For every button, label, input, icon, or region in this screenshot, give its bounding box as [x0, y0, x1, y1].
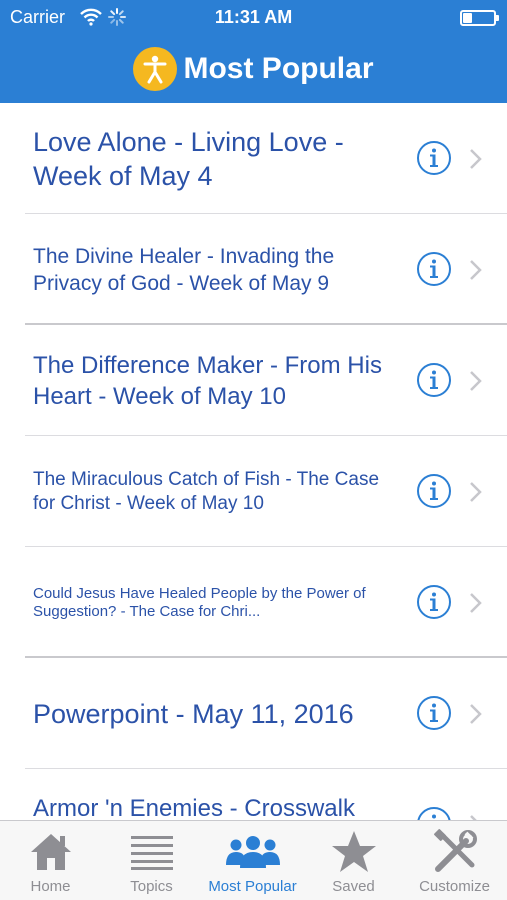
tab-home[interactable]: Home — [0, 821, 101, 900]
info-icon[interactable] — [416, 251, 452, 287]
nav-bar: Most Popular — [0, 46, 507, 92]
chevron-right-icon — [470, 482, 482, 502]
info-icon[interactable] — [416, 473, 452, 509]
tab-label: Customize — [419, 878, 490, 895]
item-title: Armor 'n Enemies - Crosswalk — [33, 795, 355, 820]
info-icon[interactable] — [416, 362, 452, 398]
item-title: The Difference Maker - From His Heart - … — [33, 351, 382, 410]
info-icon[interactable] — [416, 584, 452, 620]
clock: 11:31 AM — [214, 7, 293, 27]
item-title: Powerpoint - May 11, 2016 — [33, 698, 354, 729]
tools-icon — [404, 829, 505, 875]
list-item[interactable]: Powerpoint - May 11, 2016 — [0, 658, 507, 769]
list-item[interactable]: The Difference Maker - From His Heart - … — [0, 325, 507, 436]
page-title: Most Popular — [183, 52, 374, 85]
chevron-right-icon — [470, 371, 482, 391]
app-header: Carrier 11:31 AM Most Popular — [0, 0, 507, 103]
item-title: Could Jesus Have Healed People by the Po… — [33, 584, 366, 620]
person-icon — [133, 47, 178, 91]
list-item[interactable]: Could Jesus Have Healed People by the Po… — [0, 547, 507, 658]
popular-list[interactable]: Love Alone - Living Love - Week of May 4… — [0, 103, 507, 820]
status-bar: Carrier 11:31 AM — [0, 0, 507, 36]
list-item[interactable]: Armor 'n Enemies - Crosswalk — [0, 769, 507, 820]
battery-icon — [460, 10, 499, 26]
chevron-right-icon — [470, 593, 482, 613]
list-item[interactable]: Love Alone - Living Love - Week of May 4 — [0, 103, 507, 214]
battery-level — [463, 13, 472, 23]
tab-label: Most Popular — [208, 878, 297, 895]
tab-label: Topics — [130, 878, 173, 895]
tab-bar: Home Topics Most Popular Saved Customize — [0, 820, 507, 900]
tab-customize[interactable]: Customize — [404, 821, 505, 900]
list-icon — [101, 829, 202, 875]
chevron-right-icon — [470, 149, 482, 169]
list-item[interactable]: The Miraculous Catch of Fish - The Case … — [0, 436, 507, 547]
people-icon — [202, 829, 303, 875]
tab-saved[interactable]: Saved — [303, 821, 404, 900]
home-icon — [0, 829, 101, 875]
tab-label: Home — [30, 878, 71, 895]
item-title: The Miraculous Catch of Fish - The Case … — [33, 468, 380, 514]
chevron-right-icon — [470, 704, 482, 724]
tab-most-popular[interactable]: Most Popular — [202, 821, 303, 900]
info-icon[interactable] — [416, 806, 452, 820]
tab-topics[interactable]: Topics — [101, 821, 202, 900]
chevron-right-icon — [470, 815, 477, 820]
item-title: The Divine Healer - Invading the Privacy… — [33, 244, 335, 295]
tab-label: Saved — [332, 878, 375, 895]
item-title: Love Alone - Living Love - Week of May 4 — [33, 126, 344, 191]
list-item[interactable]: The Divine Healer - Invading the Privacy… — [0, 214, 507, 325]
chevron-right-icon — [470, 260, 482, 280]
info-icon[interactable] — [416, 695, 452, 731]
info-icon[interactable] — [416, 140, 452, 176]
star-icon — [303, 829, 404, 875]
